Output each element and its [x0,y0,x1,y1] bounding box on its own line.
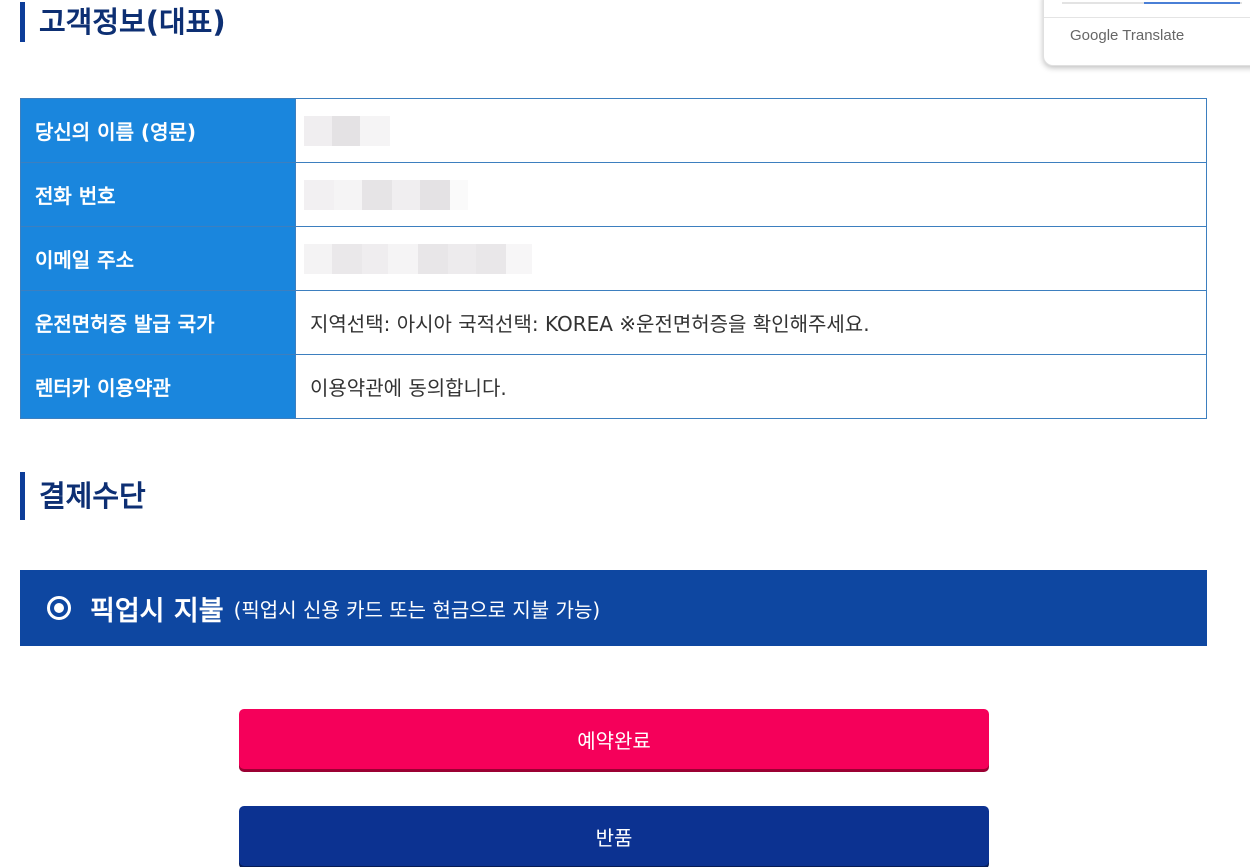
table-row: 전화 번호 [20,162,1207,227]
payment-option-pickup[interactable]: 픽업시 지불 (픽업시 신용 카드 또는 현금으로 지불 가능) [20,570,1207,646]
name-label: 당신의 이름 (영문) [20,98,296,163]
license-country-label: 운전면허증 발급 국가 [20,290,296,355]
page: 고객정보(대표) 당신의 이름 (영문) 전화 번호 이메일 주소 운전면허증 … [0,0,1250,867]
email-label: 이메일 주소 [20,226,296,291]
redacted-email [304,243,532,274]
license-country-value: 지역선택: 아시아 국적선택: KOREA ※운전면허증을 확인해주세요. [295,290,1207,355]
complete-reservation-button[interactable]: 예약완료 [239,709,989,769]
redacted-name [304,115,390,146]
phone-value [295,162,1207,227]
table-row: 당신의 이름 (영문) [20,98,1207,163]
payment-method-heading: 결제수단 [20,472,146,520]
customer-info-heading: 고객정보(대표) [20,2,226,42]
translate-divider [1044,17,1250,18]
rental-terms-label: 렌터카 이용약관 [20,354,296,419]
table-row: 이메일 주소 [20,226,1207,291]
google-translate-widget[interactable]: Google Translate [1043,0,1250,66]
customer-info-table: 당신의 이름 (영문) 전화 번호 이메일 주소 운전면허증 발급 국가 지역선… [20,98,1207,419]
table-row: 렌터카 이용약관 이용약관에 동의합니다. [20,354,1207,419]
name-value [295,98,1207,163]
radio-selected-icon[interactable] [46,595,72,621]
translate-input-accent [1144,2,1240,4]
return-button[interactable]: 반품 [239,806,989,866]
phone-label: 전화 번호 [20,162,296,227]
email-value [295,226,1207,291]
redacted-phone [304,179,468,210]
table-row: 운전면허증 발급 국가 지역선택: 아시아 국적선택: KOREA ※운전면허증… [20,290,1207,355]
rental-terms-value: 이용약관에 동의합니다. [295,354,1207,419]
payment-option-note: (픽업시 신용 카드 또는 현금으로 지불 가능) [233,597,601,622]
payment-option-label: 픽업시 지불 [90,595,224,627]
google-translate-label: Google Translate [1070,27,1185,44]
